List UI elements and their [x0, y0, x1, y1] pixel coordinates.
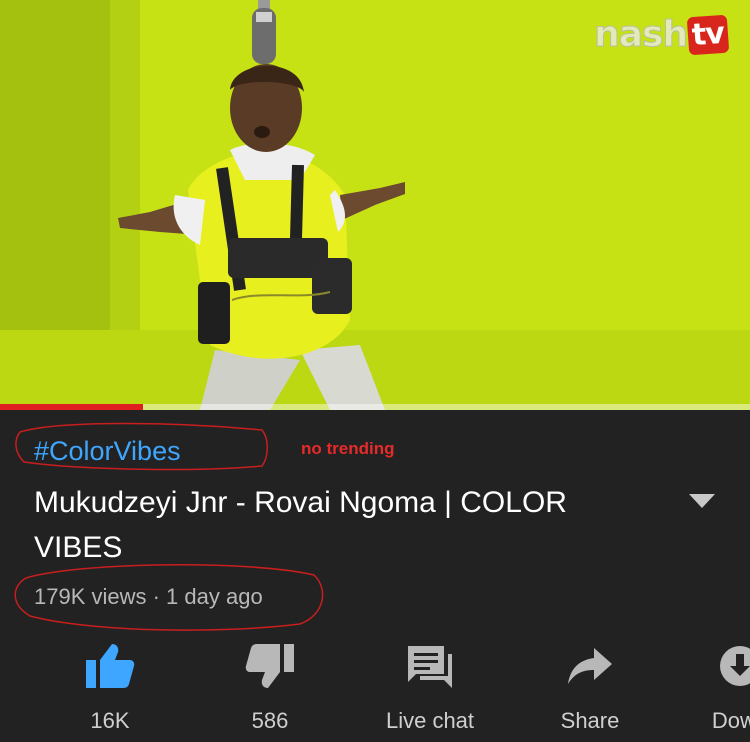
like-button[interactable]: 16K — [45, 632, 175, 737]
watermark-badge: tv — [686, 14, 730, 55]
hashtag-link[interactable]: #ColorVibes — [34, 436, 181, 467]
annotation-text: no trending — [301, 439, 395, 458]
share-label: Share — [560, 708, 620, 733]
video-player[interactable]: nash tv — [0, 0, 750, 410]
download-icon — [720, 646, 750, 686]
video-meta: 179K views · 1 day ago — [34, 584, 263, 609]
channel-watermark: nash tv — [594, 14, 730, 56]
live-chat-button[interactable]: Live chat — [365, 632, 495, 737]
share-button[interactable]: Share — [525, 632, 655, 737]
download-label: Down — [711, 708, 750, 733]
video-frame — [0, 0, 750, 410]
dislike-count: 586 — [251, 708, 289, 733]
progress-bar-played — [0, 404, 143, 410]
like-count: 16K — [90, 708, 130, 733]
live-chat-label: Live chat — [385, 708, 475, 733]
expand-description-button[interactable] — [686, 490, 718, 512]
video-title: Mukudzeyi Jnr - Rovai Ngoma | COLOR VIBE… — [34, 486, 567, 564]
thumbs-up-icon — [86, 644, 135, 688]
action-bar: 16K 586 Live chat Share Dow — [0, 632, 750, 742]
share-icon — [568, 648, 612, 684]
download-button[interactable]: Down — [675, 632, 750, 737]
progress-bar[interactable] — [0, 404, 750, 410]
chevron-down-icon — [689, 494, 715, 508]
live-chat-icon — [408, 646, 452, 688]
dislike-button[interactable]: 586 — [205, 632, 335, 737]
thumbs-down-icon — [245, 644, 294, 688]
watermark-text: nash — [594, 14, 689, 56]
